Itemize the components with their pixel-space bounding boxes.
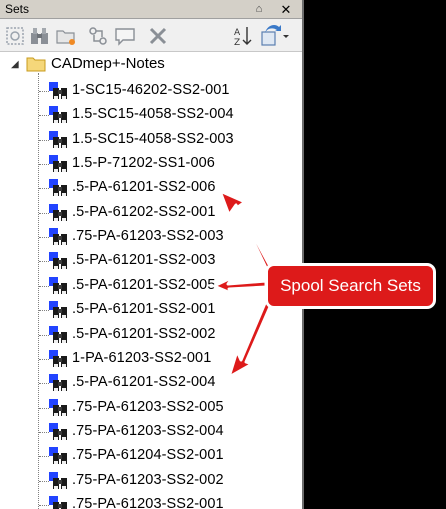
save-selection-icon[interactable] <box>4 24 30 48</box>
tree-item-label: .5-PA-61201-SS2-006 <box>72 179 216 196</box>
tree-item-label: .75-PA-61203-SS2-005 <box>72 398 224 415</box>
search-set-icon <box>49 155 69 173</box>
comment-icon[interactable] <box>113 24 139 48</box>
sets-tree: ◢ CADmep+-Notes 1-SC15-46202-SS2-001 1.5… <box>0 53 304 509</box>
search-set-icon <box>49 179 69 197</box>
tree-item-label: .5-PA-61201-SS2-001 <box>72 301 216 318</box>
tree-item-label: .5-PA-61201-SS2-003 <box>72 252 216 269</box>
tree-connector <box>39 164 49 166</box>
search-set-icon <box>49 349 69 368</box>
search-set-icon <box>49 495 69 509</box>
tree-connector <box>39 504 49 506</box>
tree-item-label: .5-PA-61201-SS2-002 <box>72 325 216 342</box>
tree-connector <box>39 91 49 92</box>
tree-item[interactable]: .5-PA-61201-SS2-006 <box>0 176 300 201</box>
svg-text:A: A <box>234 28 241 38</box>
search-set-icon <box>49 422 69 441</box>
search-set-icon <box>49 252 69 270</box>
search-set-icon <box>49 203 69 222</box>
search-set-icon <box>49 301 69 319</box>
tree-item[interactable]: .5-PA-61201-SS2-004 <box>0 371 300 396</box>
tree-connector <box>39 358 49 360</box>
tree-connector <box>39 139 49 141</box>
tree-item[interactable]: .75-PA-61203-SS2-003 <box>0 225 300 250</box>
tree-item[interactable]: .5-PA-61201-SS2-002 <box>0 323 300 348</box>
tree-item[interactable]: 1.5-SC15-4058-SS2-003 <box>0 128 300 153</box>
new-folder-icon[interactable] <box>54 24 80 48</box>
tree-item[interactable]: .75-PA-61203-SS2-004 <box>0 420 300 445</box>
import-export-icon[interactable] <box>259 24 289 48</box>
search-set-icon <box>49 106 69 124</box>
tree-item-label: .75-PA-61203-SS2-004 <box>72 422 224 439</box>
delete-icon[interactable] <box>146 24 172 48</box>
panel-title: Sets <box>5 2 30 16</box>
tree-connector <box>39 261 49 263</box>
tree-item[interactable]: .5-PA-61202-SS2-001 <box>0 201 300 226</box>
tree-connector <box>39 188 49 190</box>
tree-item-label: 1-SC15-46202-SS2-001 <box>72 82 230 98</box>
search-set-icon <box>49 130 69 149</box>
search-set-icon <box>49 325 69 344</box>
tree-connector <box>39 383 49 385</box>
tree-item-label: .75-PA-61204-SS2-001 <box>72 447 224 464</box>
tree-item-label: .5-PA-61201-SS2-004 <box>72 374 216 391</box>
sort-icon[interactable]: A Z <box>231 24 257 48</box>
background-area <box>304 0 446 509</box>
tree-item[interactable]: .75-PA-61203-SS2-005 <box>0 396 300 421</box>
tree-item[interactable]: 1.5-P-71202-SS1-006 <box>0 152 300 177</box>
callout-box: Spool Search Sets <box>265 263 436 309</box>
callout-text: Spool Search Sets <box>280 276 421 295</box>
search-set-icon <box>49 447 69 465</box>
binoculars-search-icon[interactable] <box>28 24 54 48</box>
search-set-icon <box>49 276 69 295</box>
svg-text:Z: Z <box>234 38 240 48</box>
tree-connector <box>39 310 49 312</box>
collapse-toggle-icon[interactable]: ◢ <box>11 60 21 70</box>
tree-item[interactable]: .5-PA-61201-SS2-005 <box>0 274 300 299</box>
folder-icon <box>26 56 46 72</box>
tree-connector <box>39 237 49 239</box>
tree-root-label[interactable]: CADmep+-Notes <box>51 55 165 72</box>
tree-item-label: 1.5-SC15-4058-SS2-003 <box>72 130 234 147</box>
panel-titlebar: Sets ⌂ ✕ <box>0 0 304 19</box>
tree-item-label: .75-PA-61203-SS2-002 <box>72 471 224 488</box>
tree-item[interactable]: 1-SC15-46202-SS2-001 <box>0 79 300 104</box>
tree-item[interactable]: .75-PA-61203-SS2-002 <box>0 469 300 494</box>
tree-item[interactable]: .5-PA-61201-SS2-001 <box>0 298 300 323</box>
tree-item-label: 1.5-P-71202-SS1-006 <box>72 155 215 172</box>
search-set-icon <box>49 374 69 392</box>
tree-connector <box>39 115 49 117</box>
tree-connector <box>39 285 49 287</box>
tree-connector <box>39 480 49 482</box>
update-icon[interactable] <box>86 24 112 48</box>
tree-item[interactable]: .5-PA-61201-SS2-003 <box>0 249 300 274</box>
sets-toolbar: A Z <box>0 19 304 52</box>
search-set-icon <box>49 398 69 417</box>
tree-item-label: 1.5-SC15-4058-SS2-004 <box>72 106 234 123</box>
tree-connector <box>39 456 49 458</box>
tree-item[interactable]: 1.5-SC15-4058-SS2-004 <box>0 103 300 128</box>
tree-item[interactable]: 1-PA-61203-SS2-001 <box>0 347 300 372</box>
tree-connector <box>39 334 49 336</box>
tree-item[interactable]: .75-PA-61203-SS2-001 <box>0 493 300 509</box>
tree-connector <box>39 212 49 214</box>
pin-icon[interactable]: ⌂ <box>252 3 266 16</box>
tree-connector <box>39 407 49 409</box>
tree-item[interactable]: .75-PA-61204-SS2-001 <box>0 444 300 469</box>
tree-item-label: .75-PA-61203-SS2-003 <box>72 228 224 245</box>
tree-item-label: .75-PA-61203-SS2-001 <box>72 495 224 509</box>
close-icon[interactable]: ✕ <box>276 2 296 17</box>
search-set-icon <box>49 471 69 490</box>
tree-connector <box>39 431 49 433</box>
search-set-icon <box>49 228 69 246</box>
search-set-icon <box>49 82 69 100</box>
tree-item-label: 1-PA-61203-SS2-001 <box>72 349 212 366</box>
sets-panel: Sets ⌂ ✕ A Z ◢ CADmep+-Notes 1-SC15-4620… <box>0 0 304 509</box>
tree-item-label: .5-PA-61202-SS2-001 <box>72 203 216 220</box>
tree-item-label: .5-PA-61201-SS2-005 <box>72 276 216 293</box>
